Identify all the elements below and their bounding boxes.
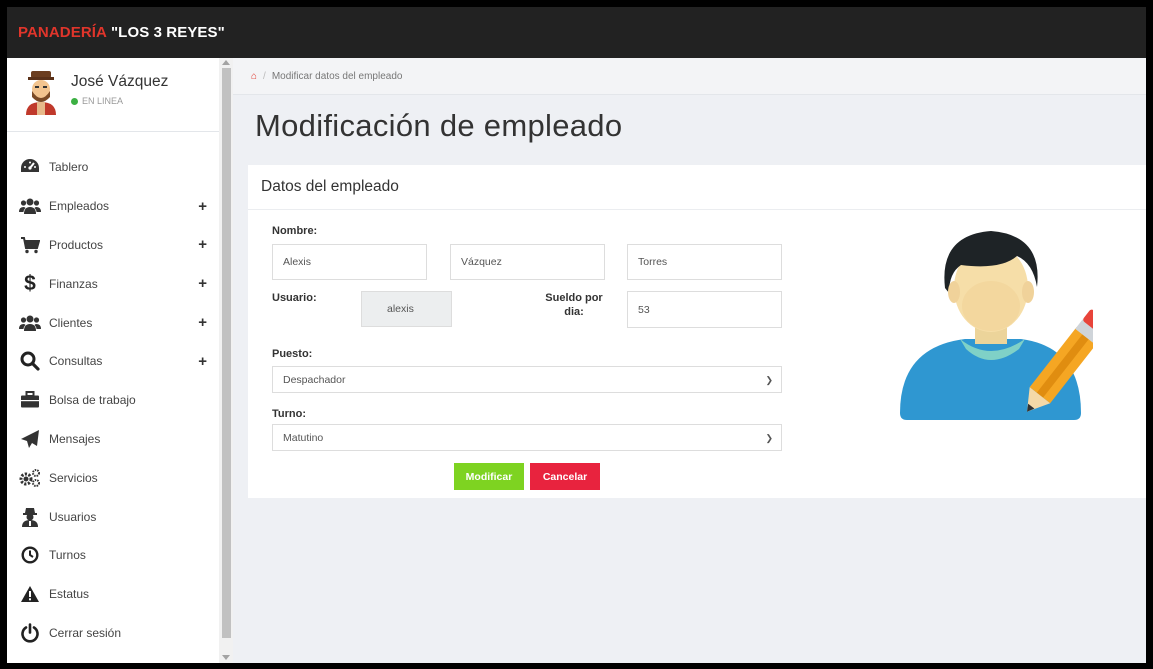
sidebar-item-tablero[interactable]: Tablero [7, 148, 219, 187]
clock-icon [19, 544, 41, 566]
scroll-thumb[interactable] [222, 68, 231, 638]
top-navbar: PANADERÍA "LOS 3 REYES" [7, 7, 1146, 58]
sidebar-scrollbar[interactable] [219, 58, 233, 663]
sidebar-item-label: Cerrar sesión [49, 625, 122, 640]
dashboard-icon [19, 156, 41, 178]
dollar-icon: $ [24, 271, 36, 295]
sidebar-item-label: Estatus [49, 587, 90, 602]
sidebar-item-bolsa-de-trabajo[interactable]: Bolsa de trabajo [7, 381, 219, 420]
chevron-down-icon: ❯ [765, 375, 773, 385]
brand-name-white: "LOS 3 REYES" [110, 24, 225, 41]
scroll-down-arrow-icon[interactable] [222, 655, 230, 660]
sidebar-item-label: Clientes [49, 315, 93, 330]
search-icon [19, 350, 41, 372]
turno-label: Turno: [272, 408, 307, 420]
avatar [26, 71, 56, 115]
panel-title: Datos del empleado [248, 165, 1146, 210]
expand-plus-icon[interactable]: + [198, 353, 207, 370]
nombre-label: Nombre: [272, 225, 318, 237]
power-icon [19, 622, 41, 644]
sidebar-item-consultas[interactable]: Consultas + [7, 342, 219, 381]
sidebar-item-label: Productos [49, 237, 104, 252]
shift-select-value: Matutino [283, 431, 324, 444]
sidebar-item-mensajes[interactable]: Mensajes [7, 420, 219, 459]
sidebar-item-clientes[interactable]: Clientes + [7, 303, 219, 342]
puesto-label: Puesto: [272, 348, 313, 360]
sidebar-item-cerrar-sesion[interactable]: Cerrar sesión [7, 614, 219, 653]
shift-select[interactable]: Matutino ❯ [272, 424, 782, 451]
page-title: Modificación de empleado [255, 108, 623, 143]
sidebar-item-empleados[interactable]: Empleados + [7, 187, 219, 226]
brand-name-red: PANADERÍA [18, 24, 107, 41]
expand-plus-icon[interactable]: + [198, 198, 207, 215]
salary-field[interactable]: 53 [627, 291, 782, 328]
sidebar-item-label: Mensajes [49, 431, 101, 446]
users-group-icon [19, 312, 41, 334]
home-icon[interactable]: ⌂ [251, 71, 257, 82]
sidebar: José Vázquez EN LINEA Tablero Empleados … [7, 58, 219, 663]
sidebar-item-servicios[interactable]: Servicios [7, 458, 219, 497]
sidebar-item-label: Empleados [49, 199, 110, 214]
sidebar-item-label: Turnos [49, 548, 86, 563]
paper-plane-icon [19, 428, 41, 450]
users-group-icon [19, 195, 41, 217]
last-name-2-field[interactable]: Torres [627, 244, 782, 280]
user-panel: José Vázquez EN LINEA [7, 58, 219, 132]
sidebar-item-label: Usuarios [49, 509, 97, 524]
app-window: PANADERÍA "LOS 3 REYES" José Vázquez EN L… [7, 7, 1146, 663]
chevron-down-icon: ❯ [765, 433, 773, 443]
briefcase-icon [19, 389, 41, 411]
sidebar-item-label: Consultas [49, 354, 103, 369]
sidebar-menu: Tablero Empleados + Productos + $ Finanz… [7, 148, 219, 652]
sidebar-item-estatus[interactable]: Estatus [7, 575, 219, 614]
user-secret-icon [19, 506, 41, 528]
sidebar-item-label: Servicios [49, 470, 98, 485]
employee-form-panel: Datos del empleado Nombre: Alexis Vázque… [248, 165, 1146, 498]
sidebar-item-label: Finanzas [49, 276, 98, 291]
breadcrumb: ⌂ / Modificar datos del empleado [233, 58, 1146, 95]
expand-plus-icon[interactable]: + [198, 275, 207, 292]
edit-user-illustration [900, 231, 1093, 420]
warning-icon [19, 583, 41, 605]
usuario-label: Usuario: [272, 292, 317, 304]
expand-plus-icon[interactable]: + [198, 236, 207, 253]
sidebar-item-usuarios[interactable]: Usuarios [7, 497, 219, 536]
user-name: José Vázquez [71, 73, 169, 90]
sidebar-item-label: Bolsa de trabajo [49, 393, 136, 408]
user-status-label: EN LINEA [82, 96, 124, 106]
sueldo-label: Sueldo por dia: [545, 292, 603, 318]
cancelar-button[interactable]: Cancelar [530, 463, 600, 490]
position-select[interactable]: Despachador ❯ [272, 366, 782, 393]
scroll-up-arrow-icon[interactable] [222, 60, 230, 65]
expand-plus-icon[interactable]: + [198, 314, 207, 331]
main-content: ⌂ / Modificar datos del empleado Modific… [233, 58, 1146, 663]
breadcrumb-separator: / [263, 70, 266, 82]
username-field[interactable]: alexis [361, 291, 452, 327]
brand-logo[interactable]: PANADERÍA "LOS 3 REYES" [18, 24, 225, 41]
online-status-dot-icon [71, 97, 78, 105]
breadcrumb-current: Modificar datos del empleado [271, 70, 403, 82]
last-name-1-field[interactable]: Vázquez [450, 244, 605, 280]
first-name-field[interactable]: Alexis [272, 244, 427, 280]
user-status: EN LINEA [71, 96, 123, 106]
gears-icon [19, 467, 41, 489]
sidebar-item-turnos[interactable]: Turnos [7, 536, 219, 575]
sidebar-item-productos[interactable]: Productos + [7, 226, 219, 265]
position-select-value: Despachador [283, 373, 346, 386]
sidebar-item-label: Tablero [49, 160, 89, 175]
cart-icon [19, 234, 41, 256]
modificar-button[interactable]: Modificar [454, 463, 524, 490]
sidebar-item-finanzas[interactable]: $ Finanzas + [7, 264, 219, 303]
